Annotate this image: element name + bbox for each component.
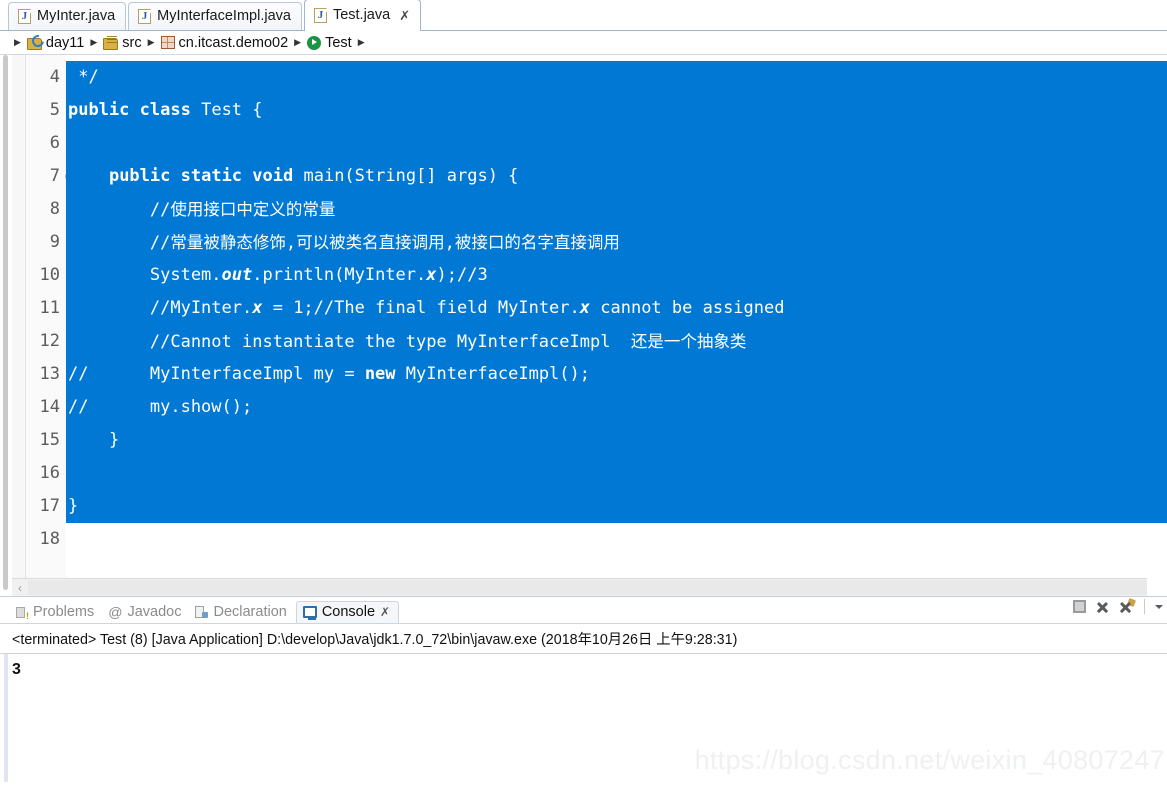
code-line[interactable] — [66, 457, 1167, 490]
tab-label: Javadoc — [127, 604, 182, 620]
code-line[interactable]: // my.show(); — [66, 391, 1167, 424]
line-number: 13 — [39, 364, 60, 384]
breadcrumb-separator-icon: ▶ — [294, 37, 302, 47]
close-icon[interactable]: ✗ — [380, 605, 390, 619]
code-line[interactable]: public class Test { — [66, 94, 1167, 127]
breadcrumb-separator-icon: ▶ — [90, 37, 98, 47]
line-number: 15 — [39, 430, 60, 450]
code-line[interactable]: } — [66, 424, 1167, 457]
code-line[interactable] — [66, 127, 1167, 160]
code-line[interactable]: // MyInterfaceImpl my = new MyInterfaceI… — [66, 358, 1167, 391]
console-icon — [302, 606, 317, 620]
line-number: 8 — [49, 199, 60, 219]
java-file-icon — [313, 7, 327, 23]
remove-all-x-icon[interactable] — [1118, 597, 1136, 614]
code-editor[interactable]: 4 5 6 7 8 9 10 11 12 13 14 15 16 17 18 */public class … — [0, 55, 1167, 596]
remove-x-icon[interactable] — [1095, 600, 1109, 614]
breadcrumb-separator-icon: ▶ — [357, 37, 365, 47]
console-toolbar — [1073, 597, 1167, 614]
java-project-icon — [26, 36, 42, 50]
code-line[interactable]: //常量被静态修饰,可以被类名直接调用,被接口的名字直接调用 — [66, 226, 1167, 259]
breadcrumb-item-day11[interactable]: day11 — [26, 34, 85, 51]
scrollbar-thumb[interactable] — [28, 580, 1147, 595]
stop-square-icon[interactable] — [1073, 600, 1086, 613]
line-number: 16 — [39, 463, 60, 483]
tab-label: Declaration — [213, 604, 287, 620]
code-line[interactable]: public static void main(String[] args) { — [66, 160, 1167, 193]
tab-console[interactable]: Console ✗ — [295, 601, 400, 623]
editor-tab-myinter[interactable]: MyInter.java — [8, 2, 127, 30]
code-line[interactable]: //使用接口中定义的常量 — [66, 193, 1167, 226]
line-number: 18 — [39, 529, 60, 549]
tab-problems[interactable]: Problems — [10, 604, 103, 623]
line-number: 5 — [49, 100, 60, 120]
chevron-left-icon[interactable]: ‹ — [12, 581, 28, 595]
tab-javadoc[interactable]: @ Javadoc — [103, 604, 190, 623]
chevron-down-icon[interactable] — [1155, 600, 1163, 614]
code-line[interactable]: //MyInter.x = 1;//The final field MyInte… — [66, 292, 1167, 325]
breadcrumb-item-package[interactable]: cn.itcast.demo02 — [160, 34, 289, 51]
editor-tab-test[interactable]: Test.java ✗ — [303, 0, 422, 31]
toolbar-divider — [1144, 599, 1145, 614]
breadcrumb-separator-icon: ▶ — [147, 37, 155, 47]
tab-label: Problems — [33, 604, 95, 620]
editor-tab-myinterfaceimpl[interactable]: MyInterfaceImpl.java — [128, 2, 302, 30]
source-folder-icon — [103, 36, 119, 50]
javadoc-icon: @ — [108, 604, 123, 620]
console-output-line: 3 — [12, 661, 21, 678]
editor-tab-label: MyInter.java — [37, 8, 116, 25]
breadcrumb: ▶ day11 ▶ src ▶ cn.itcast.demo02 ▶ Test … — [0, 31, 1167, 55]
brush-icon — [1127, 597, 1136, 607]
line-number: 11 — [39, 298, 60, 318]
close-icon[interactable]: ✗ — [399, 9, 410, 22]
line-number-ruler: 4 5 6 7 8 9 10 11 12 13 14 15 16 17 18 — [26, 55, 74, 596]
editor-left-scroll-rail[interactable] — [0, 55, 12, 596]
package-icon — [160, 36, 175, 49]
breadcrumb-separator-icon: ▶ — [14, 37, 21, 47]
breadcrumb-item-src[interactable]: src — [103, 34, 142, 51]
breadcrumb-label: cn.itcast.demo02 — [178, 34, 289, 51]
code-line[interactable]: */ — [66, 61, 1167, 94]
line-number: 7 — [26, 160, 74, 193]
code-line[interactable] — [66, 523, 1167, 556]
breadcrumb-label: Test — [325, 34, 352, 51]
line-number: 14 — [39, 397, 60, 417]
line-number: 9 — [49, 232, 60, 252]
declaration-icon — [195, 605, 209, 619]
console-panel: Problems @ Javadoc Declaration Console ✗… — [0, 596, 1167, 793]
line-number: 4 — [49, 67, 60, 87]
console-output-area[interactable]: 3 https://blog.csdn.net/weixin_40807247 — [0, 654, 1167, 782]
breadcrumb-label: src — [122, 34, 142, 51]
java-file-icon — [18, 9, 31, 24]
watermark-text: https://blog.csdn.net/weixin_40807247 — [694, 745, 1165, 775]
editor-tab-label: Test.java — [332, 6, 391, 23]
editor-tab-bar: MyInter.java MyInterfaceImpl.java Test.j… — [0, 0, 1167, 31]
tab-label: Console — [321, 604, 376, 620]
annotation-ruler[interactable] — [12, 55, 26, 596]
runnable-class-icon — [307, 35, 322, 50]
line-number: 17 — [39, 496, 60, 516]
line-number: 12 — [39, 331, 60, 351]
code-line[interactable]: //Cannot instantiate the type MyInterfac… — [66, 325, 1167, 358]
console-tab-bar: Problems @ Javadoc Declaration Console ✗ — [0, 597, 1167, 624]
console-launch-header: <terminated> Test (8) [Java Application]… — [0, 624, 1167, 654]
code-line[interactable]: } — [66, 490, 1167, 523]
breadcrumb-label: day11 — [45, 34, 85, 51]
editor-horizontal-scrollbar[interactable]: ‹ — [12, 578, 1147, 596]
problems-icon — [15, 606, 29, 621]
java-file-icon — [138, 9, 152, 24]
line-number: 6 — [49, 133, 60, 153]
editor-tab-label: MyInterfaceImpl.java — [157, 8, 291, 25]
tab-declaration[interactable]: Declaration — [190, 604, 295, 623]
breadcrumb-item-test[interactable]: Test — [307, 35, 352, 51]
line-number: 10 — [39, 265, 60, 285]
code-line[interactable]: System.out.println(MyInter.x);//3 — [66, 259, 1167, 292]
source-code-text[interactable]: */public class Test { public static void… — [66, 55, 1167, 596]
